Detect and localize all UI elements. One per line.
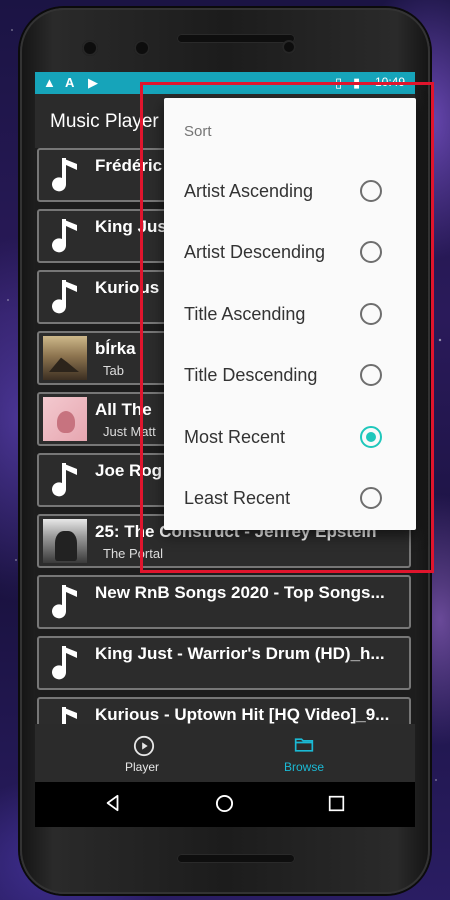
- warning-icon: ▲: [43, 75, 56, 90]
- music-note-icon: [52, 219, 77, 253]
- bottom-speaker: [177, 854, 295, 863]
- earpiece-speaker: [177, 34, 295, 43]
- track-row[interactable]: King Just - Warrior's Drum (HD)_h...: [37, 636, 411, 690]
- play-circle-icon: ▶: [88, 75, 98, 90]
- music-note-icon: [52, 158, 77, 192]
- album-art: [43, 397, 87, 441]
- proximity-sensor: [282, 40, 296, 54]
- front-camera-left: [82, 40, 98, 56]
- back-icon[interactable]: [104, 794, 122, 812]
- music-note-icon: [62, 707, 77, 724]
- highlight-box: [140, 82, 434, 573]
- music-note-icon: [52, 646, 77, 680]
- album-art-mountain: [49, 357, 79, 372]
- folder-icon: [294, 738, 314, 752]
- front-camera-right: [134, 40, 150, 56]
- track-title: King Just - Warrior's Drum (HD)_h...: [95, 644, 385, 663]
- recents-icon[interactable]: [328, 795, 345, 812]
- track-title: bÍrka: [95, 339, 136, 358]
- music-note-icon: [52, 280, 77, 314]
- track-row[interactable]: New RnB Songs 2020 - Top Songs...: [37, 575, 411, 629]
- music-note-icon: [52, 585, 77, 619]
- play-circle-icon: [133, 735, 155, 757]
- track-row[interactable]: Kurious - Uptown Hit [HQ Video]_9...: [37, 697, 411, 724]
- music-note-icon: [52, 463, 77, 497]
- nav-browse-button[interactable]: Browse: [209, 724, 399, 782]
- album-art: [43, 519, 87, 563]
- album-art-figure: [57, 411, 75, 433]
- track-artist: Tab: [103, 363, 124, 378]
- track-title: New RnB Songs 2020 - Top Songs...: [95, 583, 385, 602]
- home-icon[interactable]: [215, 794, 234, 813]
- album-art: [43, 336, 87, 380]
- nav-browse-label: Browse: [283, 760, 324, 774]
- bottom-navigation: Player Browse: [35, 724, 415, 782]
- album-art-portrait: [55, 531, 77, 561]
- system-navigation-bar: [35, 782, 415, 827]
- app-a-icon: A: [65, 75, 75, 90]
- track-title: Kurious - Uptown Hit [HQ Video]_9...: [95, 705, 390, 724]
